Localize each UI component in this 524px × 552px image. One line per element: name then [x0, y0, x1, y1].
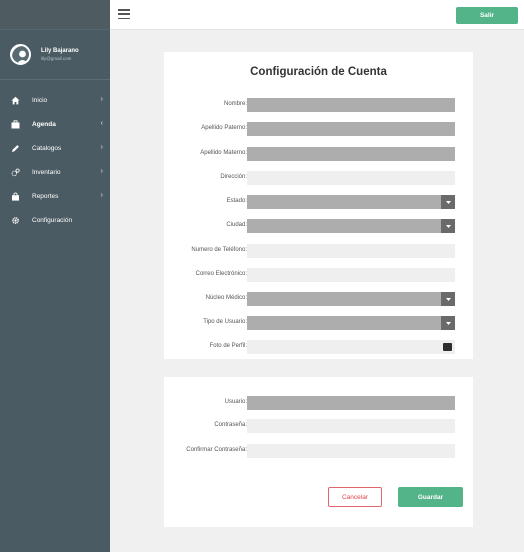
logout-button[interactable]: Salir	[456, 7, 518, 24]
estado-select[interactable]	[247, 195, 455, 209]
sidebar-item-label: Reportes	[32, 192, 59, 200]
confirmar-label: Confirmar Contraseña:	[186, 447, 247, 453]
field-row-direccion: Dirección:	[164, 171, 473, 185]
estado-label: Estado:	[226, 198, 247, 204]
sidebar-item-inicio[interactable]: Inicio ›	[0, 88, 110, 112]
sidebar-item-label: Agenda	[32, 120, 56, 128]
apellido-materno-label: Apellido Materno:	[200, 150, 247, 156]
ciudad-label: Ciudad:	[226, 222, 247, 228]
nucleo-label: Núcleo Médico:	[205, 295, 247, 301]
correo-input[interactable]	[247, 268, 455, 282]
nombre-label: Nombre:	[223, 101, 247, 107]
field-row-apellido-paterno: Apellido Paterno:	[164, 122, 473, 136]
cancel-button[interactable]: Cancelar	[328, 487, 382, 507]
chevron-right-icon: ›	[100, 96, 103, 103]
briefcase-icon	[10, 119, 20, 129]
field-row-nucleo: Núcleo Médico:	[164, 292, 473, 306]
credentials-card: Usuario: Contraseña: Confirmar Contraseñ…	[164, 377, 473, 527]
gears-icon	[10, 167, 20, 177]
sidebar-item-inventario[interactable]: Inventario ›	[0, 160, 110, 184]
save-button[interactable]: Guardar	[398, 487, 463, 507]
tipo-usuario-label: Tipo de Usuario:	[203, 319, 247, 325]
confirm-password-input[interactable]	[247, 444, 455, 458]
apellido-paterno-label: Apellido Paterno:	[201, 125, 247, 131]
pencil-icon	[10, 143, 20, 153]
field-row-tipo-usuario: Tipo de Usuario:	[164, 316, 473, 330]
contrasena-label: Contraseña:	[214, 422, 247, 428]
apellido-paterno-input[interactable]	[247, 122, 455, 136]
sidebar-item-catalogos[interactable]: Catalogos ›	[0, 136, 110, 160]
tipo-usuario-select[interactable]	[247, 316, 455, 330]
sidebar-item-reportes[interactable]: Reportes ›	[0, 184, 110, 208]
account-config-card: Configuración de Cuenta Nombre: Apellido…	[164, 52, 473, 359]
sidebar-item-label: Configuración	[32, 216, 73, 224]
chevron-right-icon: ›	[100, 168, 103, 175]
sidebar: Lily Bajarano lily@gmail.com Inicio › Ag…	[0, 0, 110, 552]
chevron-right-icon: ›	[100, 144, 103, 151]
nucleo-select[interactable]	[247, 292, 455, 306]
telefono-input[interactable]	[247, 244, 455, 258]
hamburger-menu-icon[interactable]	[118, 9, 130, 20]
home-icon	[10, 95, 20, 105]
chevron-right-icon: ›	[100, 192, 103, 199]
direccion-input[interactable]	[247, 171, 455, 185]
correo-label: Correo Electrónico:	[195, 271, 247, 277]
usuario-label: Usuario:	[224, 399, 247, 405]
password-input[interactable]	[247, 419, 455, 433]
field-row-nombre: Nombre:	[164, 98, 473, 112]
user-silhouette-icon	[12, 46, 29, 63]
sidebar-nav: Inicio › Agenda ‹ Catalogos › Inventario…	[0, 88, 110, 232]
image-icon[interactable]	[443, 343, 452, 351]
sidebar-header	[0, 0, 110, 30]
bag-icon	[10, 191, 20, 201]
apellido-materno-input[interactable]	[247, 147, 455, 161]
field-row-telefono: Numero de Teléfono:	[164, 244, 473, 258]
foto-upload-field[interactable]	[247, 340, 455, 354]
top-bar: Salir	[110, 0, 524, 30]
ciudad-select[interactable]	[247, 219, 455, 233]
foto-label: Foto de Perfil:	[209, 343, 247, 349]
user-profile[interactable]: Lily Bajarano lily@gmail.com	[0, 30, 110, 80]
field-row-confirmar: Confirmar Contraseña:	[164, 444, 473, 458]
sidebar-item-label: Inventario	[32, 168, 61, 176]
field-row-apellido-materno: Apellido Materno:	[164, 147, 473, 161]
chevron-down-icon[interactable]	[441, 195, 455, 209]
nombre-input[interactable]	[247, 98, 455, 112]
field-row-ciudad: Ciudad:	[164, 219, 473, 233]
chevron-left-icon: ‹	[100, 120, 103, 127]
telefono-label: Numero de Teléfono:	[191, 247, 247, 253]
gear-icon	[10, 215, 20, 225]
direccion-label: Dirección:	[220, 174, 247, 180]
chevron-down-icon[interactable]	[441, 316, 455, 330]
field-row-usuario: Usuario:	[164, 396, 473, 410]
usuario-input[interactable]	[247, 396, 455, 410]
page-title: Configuración de Cuenta	[250, 66, 387, 78]
sidebar-item-agenda[interactable]: Agenda ‹	[0, 112, 110, 136]
field-row-correo: Correo Electrónico:	[164, 268, 473, 282]
sidebar-item-label: Catalogos	[32, 144, 62, 152]
user-email: lily@gmail.com	[41, 56, 72, 61]
sidebar-item-label: Inicio	[32, 96, 48, 104]
field-row-estado: Estado:	[164, 195, 473, 209]
avatar	[10, 44, 31, 65]
user-name: Lily Bajarano	[41, 48, 79, 54]
sidebar-item-configuracion[interactable]: Configuración	[0, 208, 110, 232]
field-row-contrasena: Contraseña:	[164, 419, 473, 433]
chevron-down-icon[interactable]	[441, 292, 455, 306]
field-row-foto: Foto de Perfil:	[164, 340, 473, 354]
chevron-down-icon[interactable]	[441, 219, 455, 233]
